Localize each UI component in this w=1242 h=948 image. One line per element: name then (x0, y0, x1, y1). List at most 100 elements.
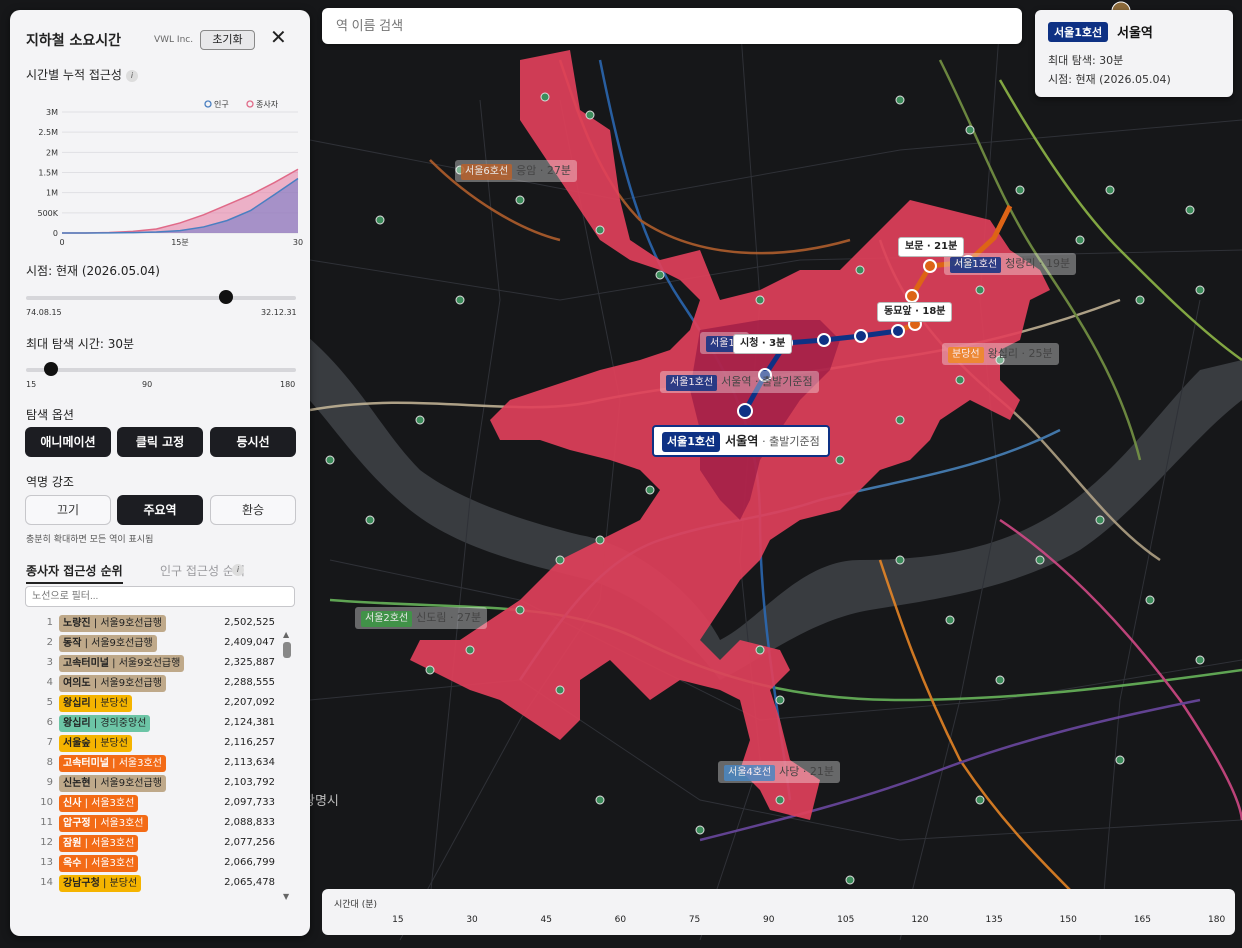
rank-line-name: 서울9호선급행 (100, 678, 162, 689)
rank-line-name: 서울9호선급행 (100, 618, 162, 629)
ranking-row[interactable]: 4 여의도 | 서울9호선급행 2,288,555 (25, 674, 285, 692)
time-slider-knob[interactable] (218, 290, 233, 304)
card-station-name: 서울역 (1117, 26, 1153, 41)
max-time-slider-knob[interactable] (43, 362, 58, 376)
ranking-row[interactable]: 9 신논현 | 서울9호선급행 2,103,792 (25, 774, 285, 792)
legend-tick: 150 (1059, 915, 1077, 925)
rank-line-name: 서울9호선급행 (91, 638, 153, 649)
rank-station-badge: 신논현 | 서울9호선급행 (59, 775, 166, 792)
close-icon[interactable]: ✕ (270, 26, 287, 48)
animation-button[interactable]: 애니메이션 (25, 427, 111, 457)
ranking-row[interactable]: 1 노량진 | 서울9호선급행 2,502,525 (25, 614, 285, 632)
ranking-row[interactable]: 11 압구정 | 서울3호선 2,088,833 (25, 814, 285, 832)
rank-station-badge: 왕십리 | 경의중앙선 (59, 715, 151, 732)
rank-number: 7 (46, 737, 53, 748)
rank-value: 2,288,555 (224, 677, 275, 688)
time-tick-start: 74.08.15 (26, 308, 62, 317)
max-time-slider[interactable] (26, 362, 296, 376)
rank-number: 14 (40, 877, 53, 888)
emphasis-major-button[interactable]: 주요역 (117, 495, 203, 525)
rank-station-name: 고속터미널 (63, 758, 109, 769)
reset-button[interactable]: 초기화 (200, 30, 255, 50)
tab-worker-ranking[interactable]: 종사자 접근성 순위 (26, 562, 123, 584)
rank-value: 2,113,634 (224, 757, 275, 768)
legend-tick: 30 (466, 915, 478, 925)
origin-station-label[interactable]: 서울1호선 서울역 · 출발기준점 (652, 425, 830, 457)
rank-value: 2,088,833 (224, 817, 275, 828)
isochrone-button[interactable]: 등시선 (210, 427, 296, 457)
rank-number: 3 (46, 657, 53, 668)
rank-station-badge: 강남구청 | 분당선 (59, 875, 142, 892)
ranking-row[interactable]: 6 왕십리 | 경의중앙선 2,124,381 (25, 714, 285, 732)
scroll-down-icon[interactable]: ▼ (283, 892, 289, 901)
ranking-row[interactable]: 2 동작 | 서울9호선급행 2,409,047 (25, 634, 285, 652)
rank-value: 2,502,525 (224, 617, 275, 628)
rank-value: 2,124,381 (224, 717, 275, 728)
rank-station-badge: 신사 | 서울3호선 (59, 795, 139, 812)
info-icon[interactable]: i (232, 564, 244, 576)
time-tick-end: 32.12.31 (261, 308, 297, 317)
accessibility-label: 시간별 누적 접근성 i (26, 66, 138, 83)
map-ghost-label: 서울1호선 서울역 · 출발기준점 (660, 371, 819, 393)
rank-number: 2 (46, 637, 53, 648)
accessibility-chart: 0 500K 1M 1.5M 2M 2.5M 3M 0 15분 30 인구 종사자 (37, 99, 303, 247)
rank-line-name: 서울3호선 (100, 818, 144, 829)
station-info-card: 서울1호선 서울역 최대 탐색: 30분 시점: 현재 (2026.05.04) (1035, 10, 1233, 97)
rank-station-name: 노량진 (63, 618, 91, 629)
rank-value: 2,097,733 (224, 797, 275, 808)
ranking-row[interactable]: 13 옥수 | 서울3호선 2,066,799 (25, 854, 285, 872)
line-filter-input[interactable] (25, 586, 295, 607)
legend-tick: 15 (392, 915, 404, 925)
rank-station-name: 동작 (63, 638, 82, 649)
route-label-bomun: 보문 · 21분 (898, 237, 965, 257)
separator: | (99, 878, 110, 889)
chart-y-tick: 2M (46, 148, 58, 157)
station-search-input[interactable] (322, 8, 1022, 44)
rank-station-badge: 동작 | 서울9호선급행 (59, 635, 157, 652)
separator: | (90, 818, 101, 829)
rank-value: 2,116,257 (224, 737, 275, 748)
rank-station-name: 옥수 (63, 858, 82, 869)
info-icon[interactable]: i (125, 70, 138, 82)
rank-line-name: 서울3호선 (91, 798, 135, 809)
card-time: 시점: 현재 (2026.05.04) (1048, 73, 1171, 86)
rank-value: 2,077,256 (224, 837, 275, 848)
separator: | (90, 738, 101, 749)
rank-number: 12 (40, 837, 53, 848)
ranking-row[interactable]: 7 서울숲 | 분당선 2,116,257 (25, 734, 285, 752)
ranking-row[interactable]: 10 신사 | 서울3호선 2,097,733 (25, 794, 285, 812)
max-tick: 15 (26, 380, 37, 389)
rank-value: 2,103,792 (224, 777, 275, 788)
scrollbar-thumb[interactable] (283, 642, 291, 658)
emphasis-off-button[interactable]: 끄기 (25, 495, 111, 525)
rank-station-badge: 압구정 | 서울3호선 (59, 815, 148, 832)
ranking-row[interactable]: 5 왕십리 | 분당선 2,207,092 (25, 694, 285, 712)
ranking-row[interactable]: 12 잠원 | 서울3호선 2,077,256 (25, 834, 285, 852)
rank-station-name: 압구정 (63, 818, 91, 829)
emphasis-transfer-button[interactable]: 환승 (210, 495, 296, 525)
click-lock-button[interactable]: 클릭 고정 (117, 427, 203, 457)
rank-value: 2,409,047 (224, 637, 275, 648)
route-label-dongmyo: 동묘앞 · 18분 (877, 302, 953, 322)
rank-number: 11 (40, 817, 53, 828)
separator: | (109, 658, 119, 669)
separator: | (81, 858, 92, 869)
panel-title: 지하철 소요시간 (26, 33, 122, 49)
rank-line-name: 서울3호선 (91, 838, 135, 849)
rank-station-name: 왕십리 (63, 718, 91, 729)
scroll-up-icon[interactable]: ▲ (283, 630, 289, 639)
time-slider[interactable] (26, 290, 296, 304)
ranking-row[interactable]: 8 고속터미널 | 서울3호선 2,113,634 (25, 754, 285, 772)
legend-title: 시간대 (분) (334, 900, 378, 910)
ranking-row[interactable]: 14 강남구청 | 분당선 2,065,478 (25, 874, 285, 892)
rank-number: 4 (46, 677, 53, 688)
max-time-label: 최대 탐색 시간: 30분 (26, 337, 135, 351)
rank-value: 2,065,478 (224, 877, 275, 888)
rank-station-name: 신논현 (63, 778, 91, 789)
rank-line-name: 서울9호선급행 (118, 658, 181, 669)
rank-number: 13 (40, 857, 53, 868)
rank-station-name: 강남구청 (63, 878, 100, 889)
ranking-list[interactable]: 1 노량진 | 서울9호선급행 2,502,525 2 동작 | 서울9호선급행 2,40… (25, 614, 295, 900)
ranking-row[interactable]: 3 고속터미널 | 서울9호선급행 2,325,887 (25, 654, 285, 672)
rank-number: 5 (46, 697, 53, 708)
